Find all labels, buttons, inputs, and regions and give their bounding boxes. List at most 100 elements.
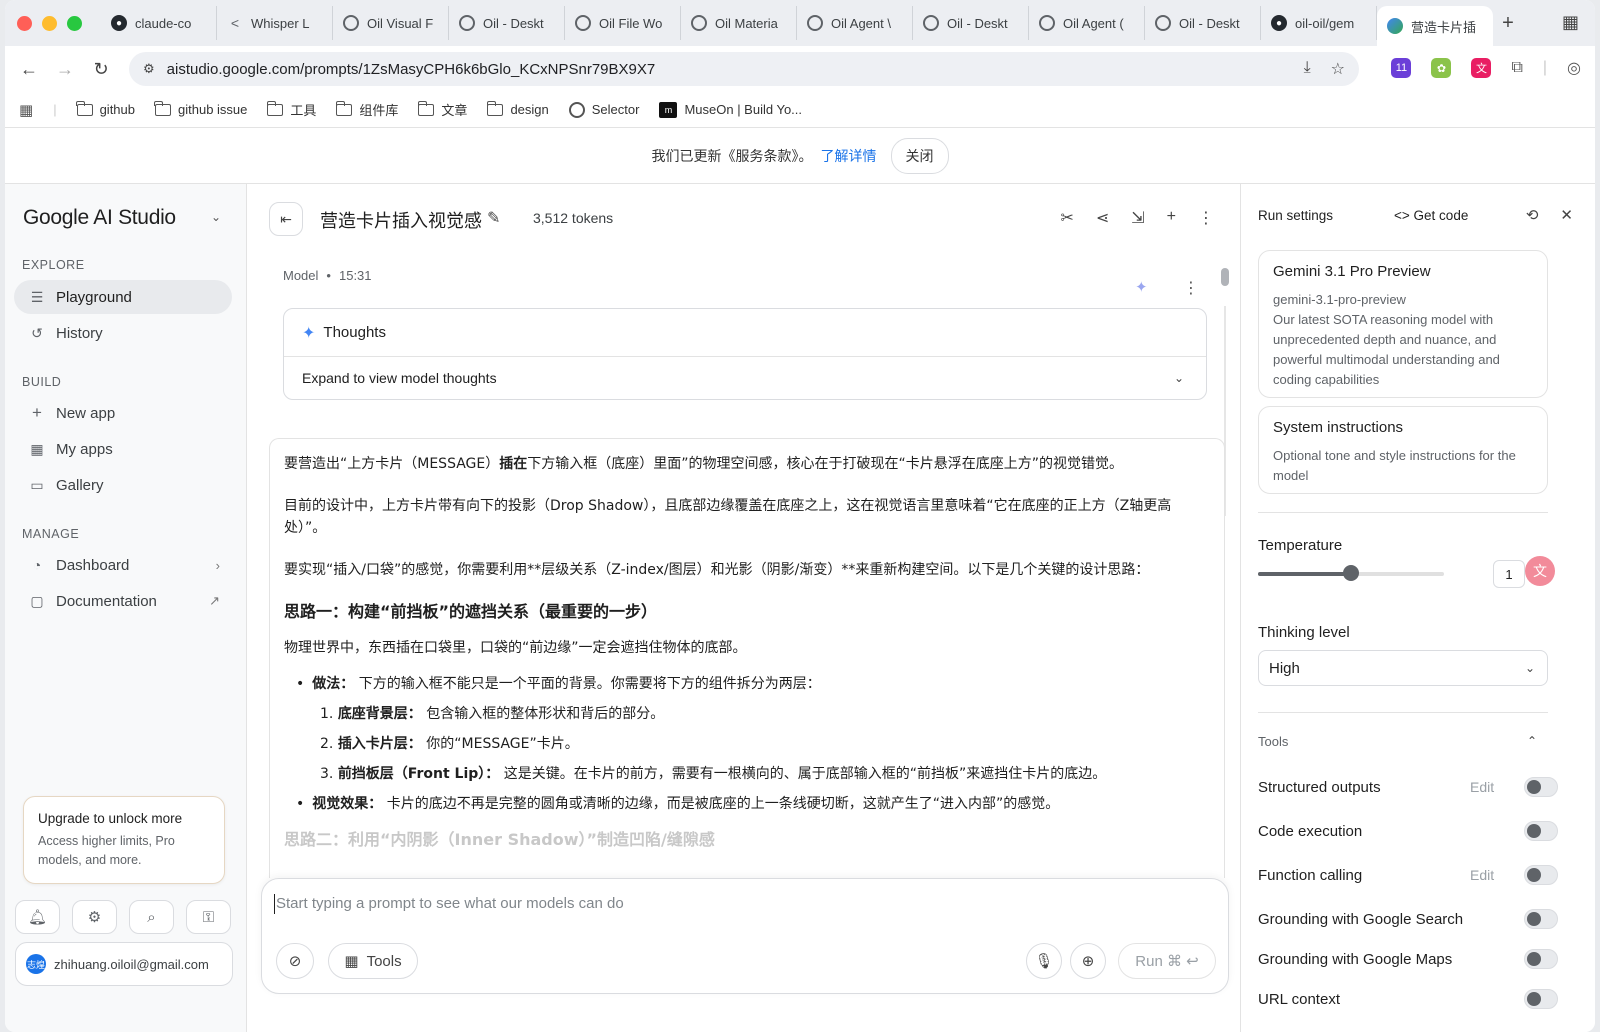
- extension-icon[interactable]: ✿: [1431, 58, 1452, 78]
- reset-icon[interactable]: ⟲: [1526, 206, 1539, 224]
- more-vert-icon[interactable]: ⋮: [1198, 208, 1214, 228]
- sidebar-item-documentation[interactable]: ▢ Documentation ↗: [14, 584, 232, 618]
- browser-tab[interactable]: < Whisper L: [217, 6, 333, 40]
- browser-tab[interactable]: Oil Agent \: [797, 6, 913, 40]
- browser-tab[interactable]: ● oil-oil/gem: [1261, 6, 1377, 40]
- zoom-window-button[interactable]: [67, 15, 82, 31]
- browser-tab[interactable]: Oil File Wo: [565, 6, 681, 40]
- new-chat-icon[interactable]: +: [1167, 208, 1176, 228]
- hide-eye-icon[interactable]: ⊘: [276, 943, 314, 979]
- microphone-icon[interactable]: 🎙︎: [1026, 943, 1062, 979]
- install-icon[interactable]: ⤓: [1304, 59, 1311, 79]
- sparkle-icon[interactable]: ✦: [1135, 278, 1148, 296]
- tool-toggle[interactable]: [1524, 989, 1558, 1009]
- edit-title-icon[interactable]: ✎: [487, 208, 500, 228]
- edit-button[interactable]: Edit: [1470, 867, 1494, 883]
- compress-icon[interactable]: ⇲: [1131, 208, 1144, 228]
- bookmark-articles[interactable]: 文章: [417, 100, 467, 119]
- tab-bar: ● claude-co < Whisper L Oil Visual F Oil -…: [5, 0, 1595, 46]
- back-icon[interactable]: ←: [11, 59, 47, 80]
- url-text[interactable]: aistudio.google.com/prompts/1ZsMasyCPH6k…: [167, 61, 656, 78]
- bell-icon[interactable]: 🔔︎: [15, 900, 60, 934]
- sidebar-item-playground[interactable]: ☰ Playground: [14, 280, 232, 314]
- key-icon[interactable]: ⚿: [186, 900, 231, 934]
- chevron-right-icon: ›: [215, 557, 220, 573]
- sidebar-item-gallery[interactable]: ▭ Gallery: [14, 468, 232, 502]
- edit-button[interactable]: Edit: [1470, 779, 1494, 795]
- forward-icon[interactable]: →: [47, 59, 83, 80]
- omnibox[interactable]: ⚙ aistudio.google.com/prompts/1ZsMasyCPH…: [129, 52, 1359, 86]
- chevron-down-icon[interactable]: ⌄: [211, 210, 221, 224]
- thinking-level-select[interactable]: High ⌄: [1258, 650, 1548, 686]
- tool-toggle[interactable]: [1524, 949, 1558, 969]
- system-instructions-card[interactable]: System instructions Optional tone and st…: [1258, 406, 1548, 494]
- tool-toggle[interactable]: [1524, 821, 1558, 841]
- tool-toggle[interactable]: [1524, 777, 1558, 797]
- chevron-up-icon[interactable]: ⌃: [1527, 734, 1537, 748]
- browser-tab[interactable]: Oil Agent (: [1029, 6, 1145, 40]
- extension-icon[interactable]: 11: [1391, 58, 1412, 78]
- tab-search-icon[interactable]: ▦: [1562, 12, 1579, 33]
- more-vert-icon[interactable]: ⋮: [1183, 278, 1199, 298]
- puzzle-icon[interactable]: ⧉: [1511, 59, 1522, 77]
- browser-tab-active[interactable]: 营造卡片插: [1377, 6, 1493, 46]
- sidebar-item-history[interactable]: ↺ History: [14, 316, 232, 350]
- close-notice-button[interactable]: 关闭: [890, 137, 949, 174]
- bookmark-components[interactable]: 组件库: [335, 100, 398, 119]
- browser-tab[interactable]: Oil - Deskt: [449, 6, 565, 40]
- browser-tab[interactable]: ● claude-co: [101, 6, 217, 40]
- prompt-input[interactable]: Start typing a prompt to see what our mo…: [276, 895, 624, 912]
- browser-tab[interactable]: Oil Materia: [681, 6, 797, 40]
- add-media-icon[interactable]: ⊕: [1070, 943, 1106, 979]
- bookmark-museon[interactable]: m MuseOn | Build Yo...: [659, 101, 802, 118]
- museon-icon: m: [659, 101, 678, 118]
- bookmark-selector[interactable]: Selector: [568, 101, 639, 118]
- bookmark-tools[interactable]: 工具: [266, 100, 316, 119]
- search-icon[interactable]: ⌕: [129, 900, 174, 934]
- profile-icon[interactable]: ◎: [1567, 58, 1581, 78]
- bookmark-github-issue[interactable]: github issue: [154, 100, 247, 117]
- tool-label: Function calling: [1258, 866, 1363, 884]
- get-code-button[interactable]: <> Get code: [1394, 208, 1468, 223]
- sidebar-item-my-apps[interactable]: ▦ My apps: [14, 432, 232, 466]
- browser-tab[interactable]: Oil - Deskt: [913, 6, 1029, 40]
- close-window-button[interactable]: [17, 15, 32, 31]
- run-button[interactable]: Run ⌘ ↩: [1118, 943, 1216, 979]
- tool-toggle[interactable]: [1524, 865, 1558, 885]
- browser-window: ● claude-co < Whisper L Oil Visual F Oil -…: [5, 0, 1595, 1032]
- bookmark-design[interactable]: design: [486, 100, 549, 117]
- apps-grid-icon[interactable]: ▦: [19, 101, 33, 119]
- tools-section-label[interactable]: Tools: [1258, 734, 1288, 749]
- bookmark-github[interactable]: github: [75, 100, 135, 117]
- gear-icon[interactable]: ⚙: [72, 900, 117, 934]
- new-tab-button[interactable]: +: [1493, 12, 1523, 35]
- model-selector-card[interactable]: Gemini 3.1 Pro Preview gemini-3.1-pro-pr…: [1258, 250, 1548, 398]
- slider-knob[interactable]: [1343, 565, 1359, 581]
- brand-logo[interactable]: Google AI Studio: [23, 206, 176, 230]
- tools-button[interactable]: ▦ Tools: [328, 943, 418, 979]
- site-settings-icon[interactable]: ⚙: [143, 61, 155, 77]
- sidebar-item-dashboard[interactable]: ◔ Dashboard ›: [14, 548, 232, 582]
- close-icon[interactable]: ✕: [1560, 206, 1573, 224]
- sidebar-item-new-app[interactable]: + New app: [14, 396, 232, 430]
- compare-icon[interactable]: ✂: [1060, 208, 1073, 228]
- expand-thoughts-toggle[interactable]: Expand to view model thoughts ⌄: [284, 357, 1206, 399]
- bookmark-star-icon[interactable]: ☆: [1331, 59, 1345, 79]
- prompt-title[interactable]: 营造卡片插入视觉感: [320, 207, 482, 233]
- share-icon[interactable]: ⋖: [1096, 208, 1109, 228]
- upgrade-card[interactable]: Upgrade to unlock more Access higher lim…: [23, 796, 225, 884]
- learn-more-link[interactable]: 了解详情: [821, 146, 877, 166]
- tool-toggle[interactable]: [1524, 909, 1558, 929]
- browser-tab[interactable]: Oil - Deskt: [1145, 6, 1261, 40]
- toggle-sidebar-button[interactable]: ⇤: [269, 202, 303, 236]
- account-switcher[interactable]: 志煌 zhihuang.oiloil@gmail.com: [15, 942, 233, 986]
- tab-label: Oil - Deskt: [1179, 15, 1240, 31]
- minimize-window-button[interactable]: [42, 15, 57, 31]
- scrollbar-thumb[interactable]: [1221, 268, 1229, 286]
- browser-tab[interactable]: Oil Visual F: [333, 6, 449, 40]
- reload-icon[interactable]: ↻: [83, 59, 119, 80]
- temperature-slider[interactable]: [1258, 565, 1444, 581]
- temperature-input[interactable]: 1: [1493, 560, 1525, 588]
- translate-extension-icon[interactable]: 文: [1525, 556, 1555, 586]
- translate-extension-icon[interactable]: 文: [1471, 58, 1492, 78]
